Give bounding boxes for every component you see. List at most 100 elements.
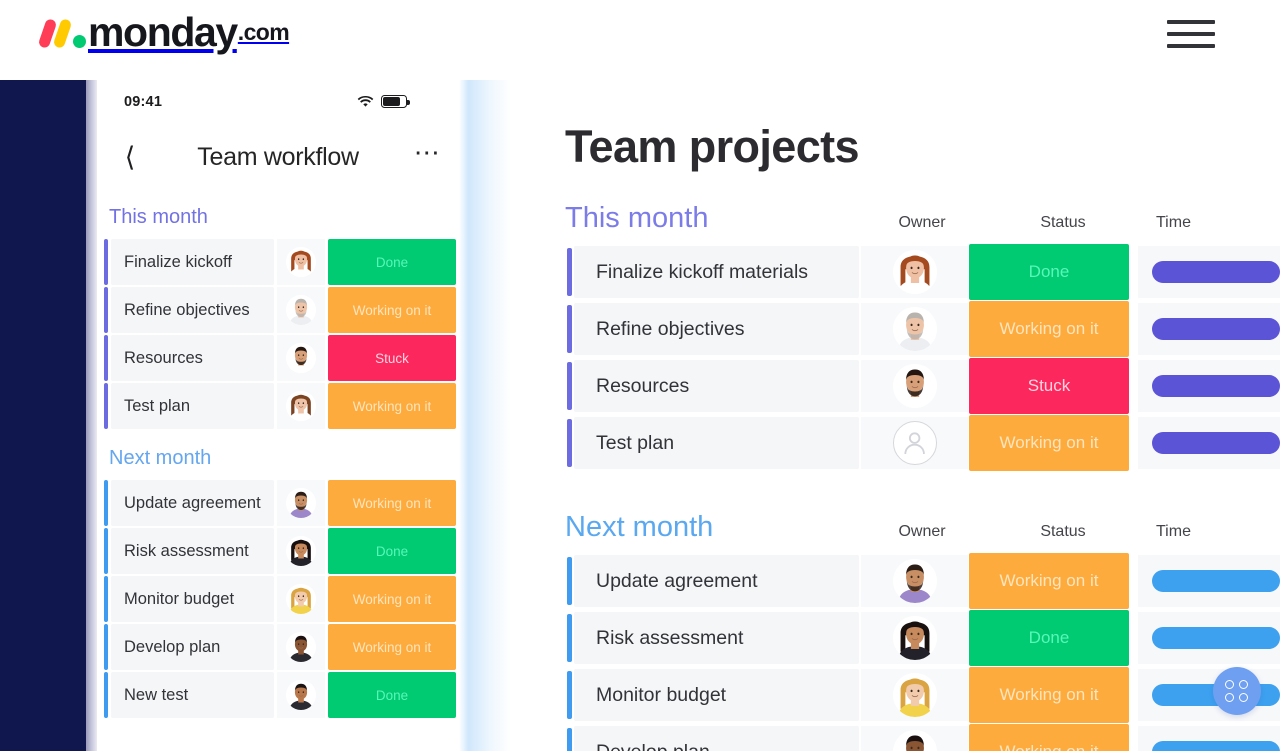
column-header-owner: Owner — [898, 523, 946, 540]
desktop-task-row[interactable]: Test plan Working on it — [511, 415, 1280, 471]
avatar-woman-dark-hair — [892, 616, 937, 660]
avatar-woman-dark-hair — [286, 536, 316, 566]
phone-task-owner[interactable] — [277, 335, 325, 381]
phone-task-owner[interactable] — [277, 383, 325, 429]
desktop-timeline-cell[interactable] — [1138, 726, 1280, 751]
desktop-timeline-cell[interactable] — [1138, 612, 1280, 664]
phone-task-row[interactable]: New test Done — [97, 672, 459, 718]
phone-task-owner[interactable] — [277, 239, 325, 285]
desktop-status-badge[interactable]: Working on it — [969, 553, 1129, 609]
row-accent-bar — [567, 728, 572, 751]
timeline-bar — [1152, 570, 1280, 592]
desktop-task-row[interactable]: Develop plan Working on it — [511, 724, 1280, 751]
page-root: monday .com 09:41 ⟨ Team workflow ⋯ This… — [0, 0, 1280, 751]
desktop-task-owner[interactable] — [861, 360, 968, 412]
phone-task-owner[interactable] — [277, 528, 325, 574]
phone-status-badge[interactable]: Done — [328, 528, 456, 574]
chevron-left-icon[interactable]: ⟨ — [113, 140, 147, 174]
apps-grid-icon[interactable] — [1213, 667, 1261, 715]
phone-status-badge[interactable]: Done — [328, 672, 456, 718]
desktop-task-row[interactable]: Refine objectives Working on it — [511, 301, 1280, 357]
desktop-task-owner[interactable] — [861, 303, 968, 355]
phone-task-owner[interactable] — [277, 672, 325, 718]
row-accent-bar — [104, 480, 108, 526]
navy-background-block — [0, 80, 86, 751]
desktop-timeline-cell[interactable] — [1138, 303, 1280, 355]
timeline-bar — [1152, 375, 1280, 397]
phone-task-owner[interactable] — [277, 480, 325, 526]
column-header-status: Status — [1040, 523, 1086, 540]
row-accent-bar — [104, 239, 108, 285]
avatar-woman-red-hair — [286, 247, 316, 277]
avatar-woman-blonde — [286, 584, 316, 614]
row-accent-bar — [104, 624, 108, 670]
desktop-status-badge[interactable]: Stuck — [969, 358, 1129, 414]
phone-task-name: Risk assessment — [111, 528, 274, 574]
desktop-timeline-cell[interactable] — [1138, 555, 1280, 607]
avatar-man-beard — [892, 307, 937, 351]
row-accent-bar — [567, 671, 572, 719]
desktop-task-row[interactable]: Resources Stuck — [511, 358, 1280, 414]
phone-task-owner[interactable] — [277, 624, 325, 670]
more-horizontal-icon[interactable]: ⋯ — [414, 139, 441, 165]
hamburger-menu-icon[interactable] — [1167, 14, 1215, 54]
avatar-man-dark-beard — [892, 364, 937, 408]
timeline-bar — [1152, 318, 1280, 340]
desktop-timeline-cell[interactable] — [1138, 417, 1280, 469]
phone-task-name: Refine objectives — [111, 287, 274, 333]
phone-status-badge[interactable]: Working on it — [328, 480, 456, 526]
phone-status-badge[interactable]: Working on it — [328, 383, 456, 429]
phone-task-row[interactable]: Develop plan Working on it — [97, 624, 459, 670]
avatar-placeholder-icon — [892, 421, 937, 465]
avatar-man-dark-skin — [892, 730, 937, 751]
phone-task-name: Develop plan — [111, 624, 274, 670]
phone-status-badge[interactable]: Done — [328, 239, 456, 285]
desktop-status-badge[interactable]: Working on it — [969, 415, 1129, 471]
phone-status-badge[interactable]: Working on it — [328, 576, 456, 622]
desktop-status-badge[interactable]: Done — [969, 244, 1129, 300]
desktop-task-row[interactable]: Risk assessment Done — [511, 610, 1280, 666]
desktop-task-owner[interactable] — [861, 555, 968, 607]
desktop-status-badge[interactable]: Working on it — [969, 667, 1129, 723]
phone-nav-bar: ⟨ Team workflow ⋯ — [97, 126, 459, 188]
row-accent-bar — [104, 287, 108, 333]
phone-task-row[interactable]: Monitor budget Working on it — [97, 576, 459, 622]
desktop-task-owner[interactable] — [861, 417, 968, 469]
desktop-board-panel: Team projects This month Owner Status Time F… — [511, 80, 1280, 751]
desktop-task-row[interactable]: Monitor budget Working on it — [511, 667, 1280, 723]
phone-status-badge[interactable]: Working on it — [328, 624, 456, 670]
monday-logo[interactable]: monday .com — [37, 12, 290, 53]
row-accent-bar — [104, 576, 108, 622]
phone-status-badge[interactable]: Working on it — [328, 287, 456, 333]
phone-task-owner[interactable] — [277, 287, 325, 333]
phone-task-row[interactable]: Finalize kickoff Done — [97, 239, 459, 285]
desktop-status-badge[interactable]: Working on it — [969, 724, 1129, 751]
phone-task-row[interactable]: Risk assessment Done — [97, 528, 459, 574]
desktop-timeline-cell[interactable] — [1138, 360, 1280, 412]
desktop-status-badge[interactable]: Done — [969, 610, 1129, 666]
desktop-task-name: Monitor budget — [574, 669, 859, 721]
desktop-task-row[interactable]: Finalize kickoff materials Done — [511, 244, 1280, 300]
avatar-woman-brown — [286, 391, 316, 421]
phone-task-row[interactable]: Resources Stuck — [97, 335, 459, 381]
avatar-man-dark-skin — [286, 632, 316, 662]
phone-status-badge[interactable]: Stuck — [328, 335, 456, 381]
desktop-task-owner[interactable] — [861, 726, 968, 751]
phone-task-row[interactable]: Refine objectives Working on it — [97, 287, 459, 333]
timeline-bar — [1152, 627, 1280, 649]
phone-left-edge — [86, 80, 97, 751]
desktop-task-row[interactable]: Update agreement Working on it — [511, 553, 1280, 609]
panel-seam-highlight — [459, 80, 511, 751]
desktop-timeline-cell[interactable] — [1138, 246, 1280, 298]
avatar-man-dark-beard — [286, 343, 316, 373]
phone-task-row[interactable]: Update agreement Working on it — [97, 480, 459, 526]
desktop-task-name: Update agreement — [574, 555, 859, 607]
phone-task-owner[interactable] — [277, 576, 325, 622]
desktop-task-owner[interactable] — [861, 612, 968, 664]
phone-task-row[interactable]: Test plan Working on it — [97, 383, 459, 429]
desktop-task-owner[interactable] — [861, 669, 968, 721]
row-accent-bar — [104, 672, 108, 718]
desktop-status-badge[interactable]: Working on it — [969, 301, 1129, 357]
avatar-man-beard — [286, 295, 316, 325]
desktop-task-owner[interactable] — [861, 246, 968, 298]
